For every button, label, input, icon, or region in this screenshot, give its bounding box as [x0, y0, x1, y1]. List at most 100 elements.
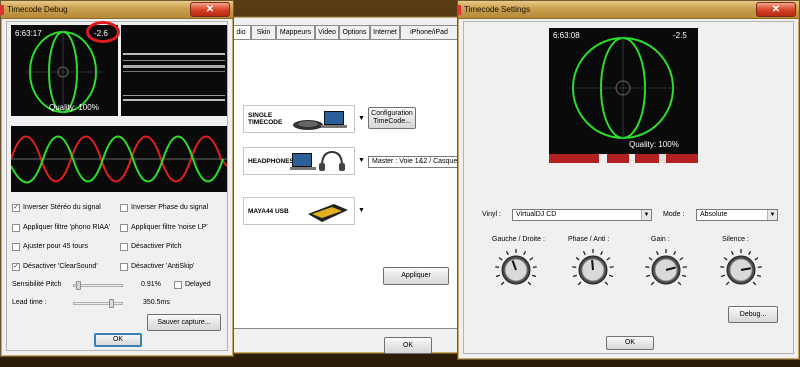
checkbox-antiskip[interactable]	[120, 263, 128, 271]
sensibilite-label: Sensibilité Pitch	[12, 281, 62, 288]
settings-scope-display: 6:63:08 -2.5 Quality: 100%	[549, 28, 698, 163]
checkbox-label: Désactiver Pitch	[131, 243, 182, 250]
headphones-laptop-icon	[290, 150, 345, 171]
checkbox-inverser-phase[interactable]	[120, 204, 128, 212]
checkbox-label: Appliquer filtre 'noise LP'	[131, 224, 208, 231]
lead-time-label: Lead time :	[12, 299, 47, 306]
knob-gain[interactable]	[644, 248, 688, 292]
checkbox-noise-lp[interactable]	[120, 224, 128, 232]
device-row-maya44[interactable]: MAYA44 USB	[243, 197, 355, 225]
knob-label-silence: Silence :	[722, 236, 749, 243]
device-label: MAYA44 USB	[248, 208, 289, 215]
knob-phase-anti[interactable]	[571, 248, 615, 292]
config-tabs: dio Skin Mappeurs Video Options Internet…	[231, 25, 461, 39]
timecode-debug-window: Timecode Debug ✕ 6:63:17 -2.6 Quality: 1…	[0, 0, 234, 357]
checkbox-label: Ajuster pour 45 tours	[23, 243, 88, 250]
scope-quality-readout: Quality: 100%	[629, 140, 679, 149]
noise-graph	[123, 53, 225, 101]
device-dropdown-arrow-1[interactable]: ▼	[358, 115, 365, 122]
noise-signal-display	[121, 25, 227, 116]
tab-options[interactable]: Options	[339, 25, 370, 39]
master-output-select[interactable]: Master : Voie 1&2 / Casque	[368, 156, 461, 168]
checkbox-45-tours[interactable]	[12, 243, 20, 251]
knob-graphic	[645, 249, 687, 286]
device-row-headphones[interactable]: HEADPHONES	[243, 147, 355, 175]
vinyl-value: VirtualDJ CD	[516, 211, 557, 218]
knob-graphic	[572, 249, 614, 286]
tab-skin[interactable]: Skin	[251, 25, 276, 39]
settings-window-body: 6:63:08 -2.5 Quality: 100% Vinyl : Virtu…	[463, 21, 794, 354]
scope-time-readout: 6:63:08	[553, 31, 580, 40]
close-icon[interactable]: ✕	[190, 2, 230, 17]
debug-window-body: 6:63:17 -2.6 Quality: 100% ✓ Inverser St…	[6, 21, 228, 351]
timecode-settings-window: Timecode Settings ✕ 6:63:08 -2.5 Quality…	[457, 0, 800, 360]
checkbox-phono-riaa[interactable]	[12, 224, 20, 232]
waveform-graph	[10, 135, 228, 184]
mode-select[interactable]: Absolute ▼	[696, 209, 778, 221]
scope-pitch-readout: -2.5	[673, 31, 687, 40]
knob-gauche-droite[interactable]	[494, 248, 538, 292]
config-ok-button[interactable]: OK	[384, 337, 432, 354]
save-capture-button[interactable]: Sauver capture...	[147, 314, 221, 331]
mode-value: Absolute	[700, 211, 728, 218]
checkbox-delayed[interactable]	[174, 281, 182, 289]
lead-time-slider-thumb[interactable]	[109, 299, 114, 308]
sensibilite-slider-thumb[interactable]	[76, 281, 81, 290]
scope-time-readout: 6:63:17	[15, 29, 42, 38]
tab-video[interactable]: Video	[315, 25, 339, 39]
device-label: HEADPHONES	[248, 158, 294, 165]
device-dropdown-arrow-3[interactable]: ▼	[358, 207, 365, 214]
turntable-laptop-icon	[293, 111, 347, 130]
debug-titlebar[interactable]: Timecode Debug ✕	[0, 1, 233, 19]
knob-graphic	[495, 249, 537, 286]
device-label: SINGLE TIMECODE	[248, 112, 283, 126]
debug-window-title: Timecode Debug	[7, 5, 68, 14]
audio-tab-panel	[231, 39, 461, 329]
vinyl-select[interactable]: VirtualDJ CD ▼	[512, 209, 652, 221]
knob-pointer	[591, 259, 594, 271]
window-app-icon	[0, 5, 4, 15]
configuration-timecode-button[interactable]: Configuration TimeCode...	[368, 107, 416, 129]
settings-ok-button[interactable]: OK	[606, 336, 654, 350]
checkbox-label: Désactiver 'ClearSound'	[23, 263, 98, 270]
knob-label-gain: Gain :	[651, 236, 670, 243]
tab-iphone-ipad[interactable]: iPhone/iPad	[400, 25, 458, 39]
apply-button[interactable]: Appliquer	[383, 267, 449, 285]
sensibilite-value: 0.91%	[141, 281, 161, 288]
chevron-down-icon: ▼	[641, 210, 651, 220]
checkbox-label: Inverser Phase du signal	[131, 204, 209, 211]
checkbox-label: Désactiver 'AntiSkip'	[131, 263, 195, 270]
lead-time-value: 350.5ms	[143, 299, 170, 306]
window-app-icon	[457, 5, 461, 15]
debug-button[interactable]: Debug...	[728, 306, 778, 323]
debug-ok-button[interactable]: OK	[94, 333, 142, 347]
device-dropdown-arrow-2[interactable]: ▼	[358, 157, 365, 164]
checkbox-inverser-stereo[interactable]: ✓	[12, 204, 20, 212]
knob-label-phase-anti: Phase / Anti :	[568, 236, 610, 243]
knob-graphic	[720, 249, 762, 286]
close-icon[interactable]: ✕	[756, 2, 796, 17]
lead-time-slider-track[interactable]	[73, 302, 123, 305]
device-row-single-timecode[interactable]: SINGLE TIMECODE	[243, 105, 355, 133]
chevron-down-icon: ▼	[767, 210, 777, 220]
tab-mappeurs[interactable]: Mappeurs	[276, 25, 315, 39]
tab-internet[interactable]: Internet	[370, 25, 400, 39]
waveform-display	[10, 126, 228, 192]
mode-label: Mode :	[663, 211, 685, 218]
checkbox-desactiver-pitch[interactable]	[120, 243, 128, 251]
usb-interface-icon	[308, 204, 348, 222]
checkbox-label: Appliquer filtre 'phono RIAA'	[23, 224, 111, 231]
settings-window-title: Timecode Settings	[464, 5, 530, 14]
annotation-circle	[86, 21, 120, 43]
scope-quality-readout: Quality: 100%	[49, 103, 99, 112]
knob-silence[interactable]	[719, 248, 763, 292]
delayed-label: Delayed	[185, 281, 211, 288]
knob-label-gauche-droite: Gauche / Droite :	[492, 236, 545, 243]
master-output-value: Master : Voie 1&2 / Casque	[372, 158, 458, 165]
settings-titlebar[interactable]: Timecode Settings ✕	[457, 1, 799, 19]
tab-audio[interactable]: dio	[231, 25, 251, 39]
vinyl-label: Vinyl :	[482, 211, 501, 218]
checkbox-clearsound[interactable]: ✓	[12, 263, 20, 271]
checkbox-label: Inverser Stéréo du signal	[23, 204, 101, 211]
config-window: dio Skin Mappeurs Video Options Internet…	[228, 16, 461, 354]
